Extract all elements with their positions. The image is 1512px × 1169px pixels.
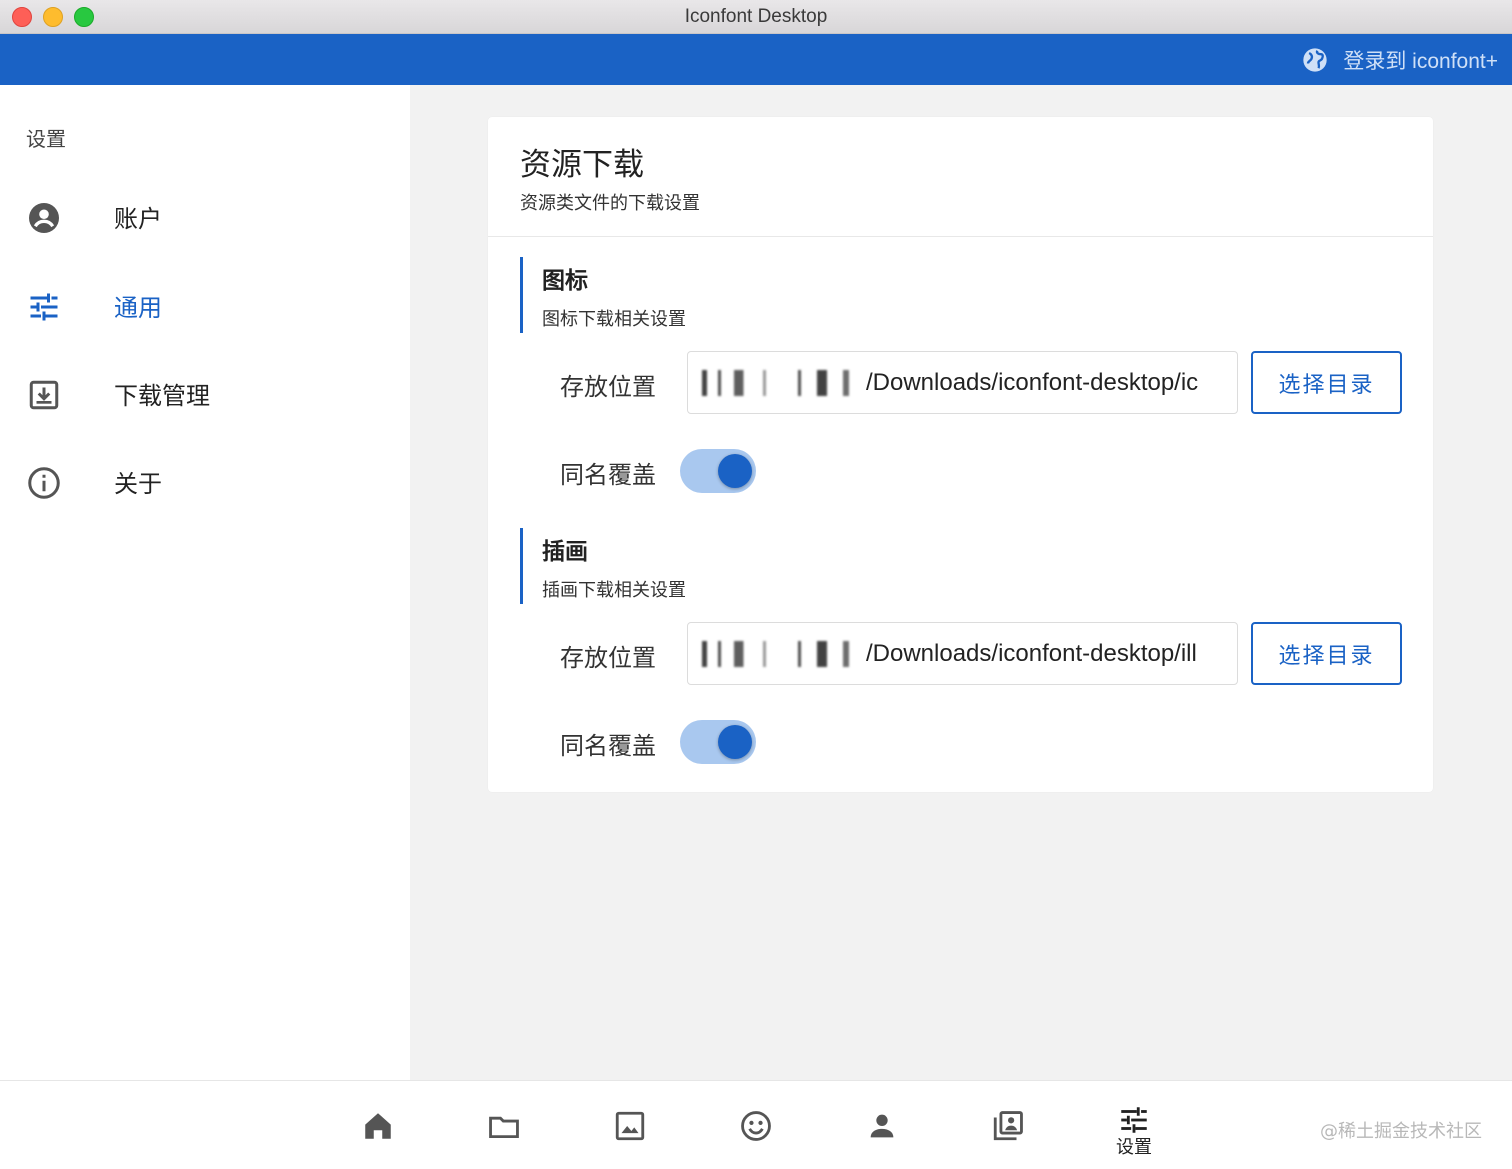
illustration-choose-directory-button[interactable]: 选择目录 (1251, 622, 1402, 685)
icon-choose-directory-button[interactable]: 选择目录 (1251, 351, 1402, 414)
tab-folder[interactable] (474, 1101, 534, 1161)
overwrite-label: 同名覆盖 (560, 461, 656, 489)
tab-home[interactable] (348, 1101, 408, 1161)
tab-profile[interactable] (852, 1101, 912, 1161)
card-header: 资源下载 资源类文件的下载设置 (488, 117, 1433, 237)
illustration-overwrite-toggle[interactable] (680, 720, 756, 764)
sidebar-item-about[interactable]: 关于 (0, 451, 410, 511)
app-header: 登录到 iconfont+ (0, 34, 1512, 85)
icon-overwrite-toggle[interactable] (680, 449, 756, 493)
window-title: Iconfont Desktop (684, 6, 828, 27)
illustration-path-value: /Downloads/iconfont-desktop/ill (866, 639, 1197, 667)
photo-library-icon (993, 1111, 1023, 1141)
illustration-path-input[interactable]: /Downloads/iconfont-desktop/ill (687, 622, 1238, 685)
sidebar-item-download-manager[interactable]: 下载管理 (0, 363, 410, 423)
globe-icon (1303, 48, 1328, 72)
sidebar-title: 设置 (26, 127, 66, 151)
page-subtitle: 资源类文件的下载设置 (520, 193, 700, 214)
toggle-knob (718, 725, 752, 759)
person-icon (870, 1114, 894, 1138)
login-label: 登录到 iconfont+ (1343, 50, 1498, 73)
overwrite-label: 同名覆盖 (560, 732, 656, 760)
section-accent-bar (520, 257, 523, 333)
account-circle-icon (29, 203, 59, 233)
home-icon (365, 1113, 391, 1139)
tune-sliders-icon (30, 293, 58, 321)
tune-sliders-icon (1121, 1107, 1147, 1133)
path-label: 存放位置 (560, 373, 656, 401)
tab-settings[interactable]: 设置 (1104, 1095, 1164, 1158)
image-icon (615, 1111, 645, 1141)
section-accent-bar (520, 528, 523, 604)
info-circle-icon (28, 467, 60, 499)
page-title: 资源下载 (520, 147, 644, 183)
sidebar-item-account[interactable]: 账户 (0, 186, 410, 246)
resource-download-card: 资源下载 资源类文件的下载设置 图标 图标下载相关设置 存放位置 /Downlo… (488, 117, 1433, 792)
login-button[interactable]: 登录到 iconfont+ (1301, 44, 1498, 76)
sidebar-item-label: 通用 (114, 293, 162, 322)
toggle-knob (718, 454, 752, 488)
sidebar-item-general[interactable]: 通用 (0, 275, 410, 335)
tab-emoji[interactable] (726, 1101, 786, 1161)
bottom-tab-bar: 设置 @稀土掘金技术社区 (0, 1080, 1512, 1169)
watermark: @稀土掘金技术社区 (1320, 1121, 1482, 1142)
section-title: 图标 (542, 268, 588, 294)
redacted-path-prefix (702, 641, 862, 667)
smiley-icon (741, 1111, 771, 1141)
redacted-path-prefix (702, 370, 862, 396)
window-titlebar: Iconfont Desktop (0, 0, 1512, 34)
sidebar-item-label: 下载管理 (114, 381, 210, 410)
download-box-icon (29, 380, 59, 410)
tab-settings-label: 设置 (1116, 1137, 1152, 1158)
settings-sidebar: 设置 账户 通用 下载管理 关于 (0, 85, 410, 1080)
section-title: 插画 (542, 539, 588, 565)
sidebar-item-label: 账户 (114, 204, 162, 233)
tab-image[interactable] (600, 1101, 660, 1161)
path-label: 存放位置 (560, 644, 656, 672)
section-subtitle: 插画下载相关设置 (542, 580, 686, 601)
section-subtitle: 图标下载相关设置 (542, 309, 686, 330)
folder-icon (489, 1116, 519, 1139)
icon-path-value: /Downloads/iconfont-desktop/ic (866, 368, 1199, 396)
sidebar-item-label: 关于 (114, 469, 162, 498)
icon-path-input[interactable]: /Downloads/iconfont-desktop/ic (687, 351, 1238, 414)
tab-library[interactable] (978, 1101, 1038, 1161)
